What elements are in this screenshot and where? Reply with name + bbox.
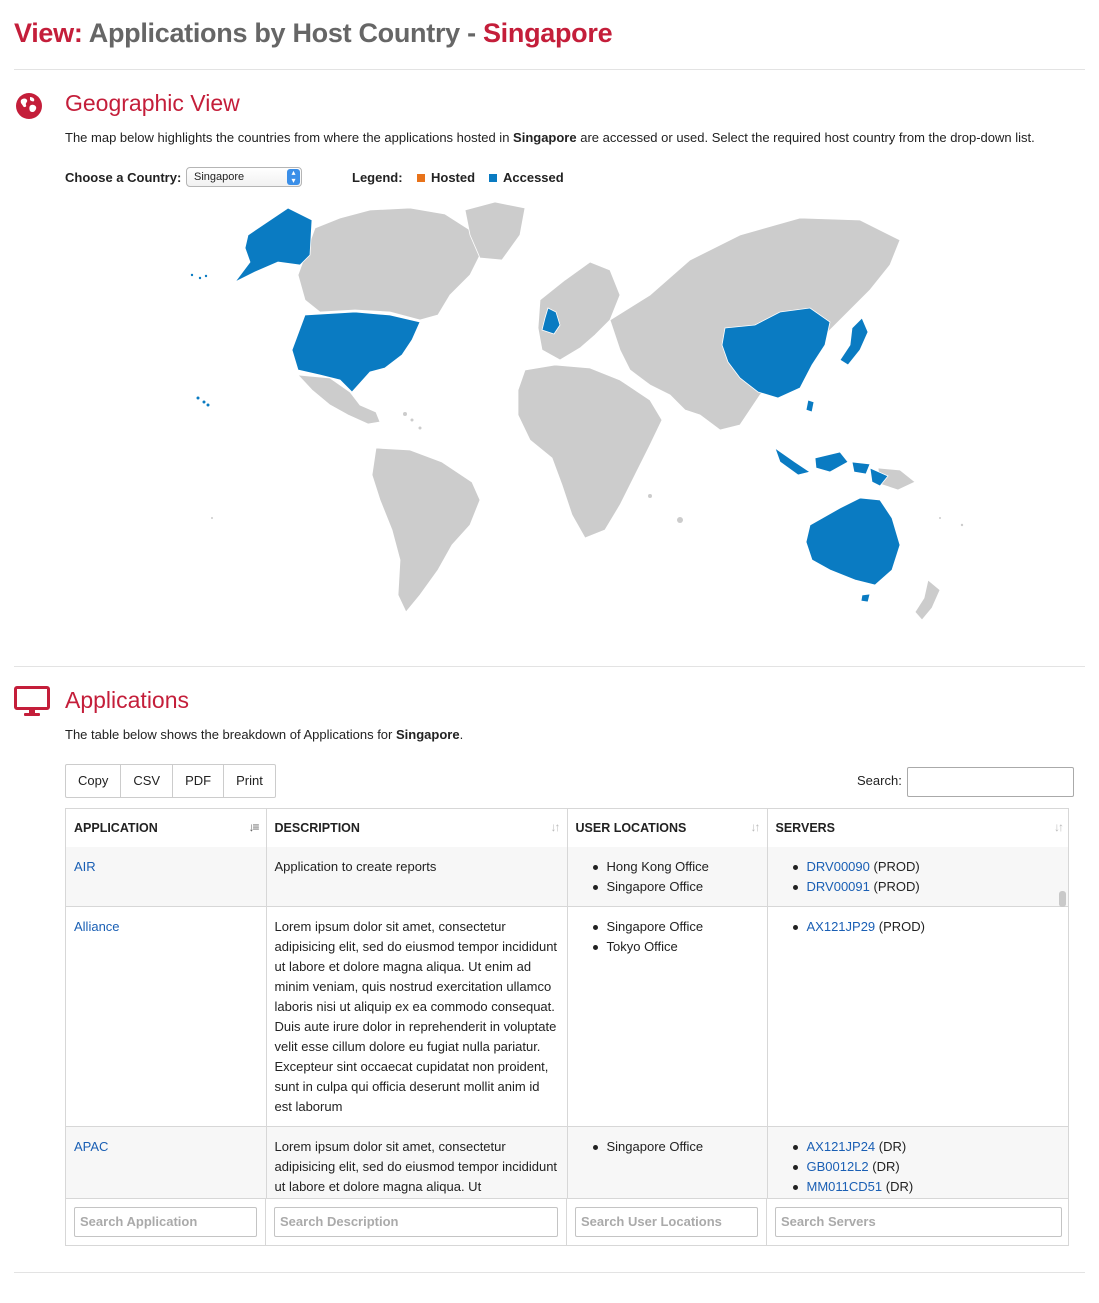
page-title-prefix: View: (14, 18, 83, 48)
server-link[interactable]: AX121JP24 (807, 1139, 876, 1154)
server-link[interactable]: GB0012L2 (807, 1159, 869, 1174)
application-link[interactable]: APAC (74, 1139, 108, 1154)
table-row: Alliance Lorem ipsum dolor sit amet, con… (66, 906, 1068, 1127)
location-item: Singapore Office (576, 1137, 759, 1157)
sort-icon: ↓↑ (1054, 820, 1064, 834)
divider (14, 69, 1085, 70)
column-header-description[interactable]: DESCRIPTION ↓↑ (266, 809, 568, 848)
copy-button[interactable]: Copy (66, 765, 122, 797)
geographic-view-heading: Geographic View (65, 90, 240, 116)
location-item: Tokyo Office (576, 937, 759, 957)
column-header-user-locations[interactable]: USER LOCATIONS ↓↑ (567, 809, 768, 848)
map-region-indonesia (774, 446, 889, 487)
accessed-swatch (489, 174, 497, 182)
chevron-updown-icon: ▴ ▾ (287, 169, 300, 185)
applications-description: The table below shows the breakdown of A… (65, 727, 464, 742)
export-buttons: Copy CSV PDF Print (65, 764, 276, 798)
column-header-application[interactable]: APPLICATION ↓≡ (66, 809, 267, 848)
legend-hosted: Hosted (417, 170, 475, 185)
table-row: APAC Lorem ipsum dolor sit amet, consect… (66, 1126, 1068, 1198)
world-map[interactable] (180, 200, 970, 630)
page-title-country: Singapore (482, 18, 613, 48)
application-link[interactable]: Alliance (74, 919, 120, 934)
pdf-button[interactable]: PDF (173, 765, 225, 797)
search-application-input[interactable]: Search Application (74, 1207, 257, 1237)
country-select-value: Singapore (194, 171, 245, 183)
map-region-taiwan (805, 399, 815, 413)
server-item: MM011CD51 (DR) (776, 1177, 1063, 1197)
server-item: AX121JP29 (PROD) (776, 917, 1063, 937)
table-body-scroll[interactable]: AIR Application to create reports Hong K… (66, 847, 1068, 1198)
map-region-new-zealand (914, 579, 941, 621)
search-label: Search: (857, 773, 902, 788)
description-cell: Lorem ipsum dolor sit amet, consectetur … (266, 1126, 568, 1198)
country-select[interactable]: Singapore ▴ ▾ (186, 167, 302, 187)
map-region-africa (517, 364, 663, 539)
divider (14, 1272, 1085, 1273)
geographic-view-description: The map below highlights the countries f… (65, 130, 1035, 145)
legend-accessed: Accessed (489, 170, 564, 185)
locations-list: Singapore Office (576, 1137, 759, 1157)
server-link[interactable]: AX121JP29 (807, 919, 876, 934)
sort-icon: ↓↑ (750, 820, 761, 834)
column-header-servers[interactable]: SERVERS ↓↑ (767, 809, 1068, 848)
description-cell: Application to create reports (266, 847, 568, 907)
location-item: Singapore Office (576, 877, 759, 897)
search-user-locations-input[interactable]: Search User Locations (575, 1207, 758, 1237)
sort-ascending-icon: ↓≡ (248, 820, 259, 834)
map-region-tasmania (860, 593, 871, 603)
table-scrollbar[interactable] (1059, 891, 1066, 907)
legend-label: Legend: (352, 170, 403, 185)
search-description-input[interactable]: Search Description (274, 1207, 558, 1237)
map-region-mexico (296, 374, 381, 425)
server-link[interactable]: DRV00090 (807, 859, 870, 874)
map-region-canada (297, 207, 481, 321)
applications-heading: Applications (65, 687, 190, 713)
search-servers-input[interactable]: Search Servers (775, 1207, 1062, 1237)
description-cell: Lorem ipsum dolor sit amet, consectetur … (266, 906, 568, 1127)
page-title-main: Applications by Host Country - (88, 18, 476, 48)
location-item: Hong Kong Office (576, 857, 759, 877)
choose-country-label: Choose a Country: (65, 170, 182, 185)
map-region-australia (805, 497, 901, 586)
hosted-swatch (417, 174, 425, 182)
location-item: Singapore Office (576, 917, 759, 937)
server-item: GB0012L2 (DR) (776, 1157, 1063, 1177)
servers-list: DRV00090 (PROD) DRV00091 (PROD) (776, 857, 1063, 897)
table-row: AIR Application to create reports Hong K… (66, 847, 1068, 907)
table-header: APPLICATION ↓≡ DESCRIPTION ↓↑ USER LOCATIO… (66, 809, 1068, 848)
sort-icon: ↓↑ (550, 820, 561, 834)
server-item: AX121JP24 (DR) (776, 1137, 1063, 1157)
map-region-south-america (371, 447, 481, 613)
globe-icon (16, 93, 42, 119)
csv-button[interactable]: CSV (121, 765, 174, 797)
map-region-japan (839, 317, 869, 366)
search-input[interactable] (907, 767, 1074, 797)
print-button[interactable]: Print (224, 765, 275, 797)
servers-list: AX121JP24 (DR) GB0012L2 (DR) MM011CD51 (… (776, 1137, 1063, 1197)
locations-list: Singapore Office Tokyo Office (576, 917, 759, 957)
locations-list: Hong Kong Office Singapore Office (576, 857, 759, 897)
server-item: DRV00090 (PROD) (776, 857, 1063, 877)
divider (14, 666, 1085, 667)
servers-list: AX121JP29 (PROD) (776, 917, 1063, 937)
monitor-icon (14, 686, 50, 716)
server-item: DRV00091 (PROD) (776, 877, 1063, 897)
server-link[interactable]: DRV00091 (807, 879, 870, 894)
application-link[interactable]: AIR (74, 859, 96, 874)
server-link[interactable]: MM011CD51 (807, 1179, 883, 1194)
column-search-row: Search Application Search Description Se… (66, 1198, 1068, 1245)
applications-table: APPLICATION ↓≡ DESCRIPTION ↓↑ USER LOCATIO… (65, 808, 1069, 1246)
page-title: View: Applications by Host Country - Sin… (14, 18, 613, 49)
